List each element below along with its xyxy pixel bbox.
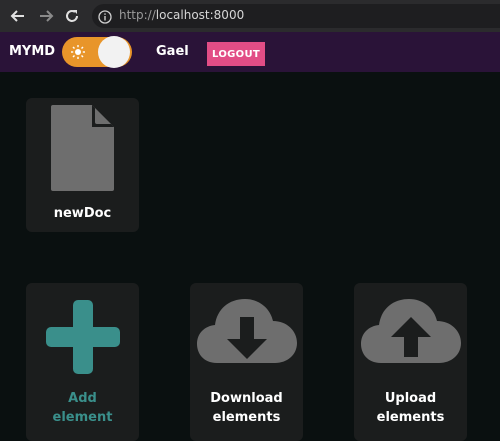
brand-logo[interactable]: MYMD <box>9 44 55 59</box>
download-label-line2: elements <box>212 410 281 425</box>
cloud-upload-icon <box>361 299 461 363</box>
forward-arrow-icon[interactable] <box>35 5 57 27</box>
reload-icon[interactable] <box>61 5 83 27</box>
plus-icon <box>46 300 120 374</box>
document-icon <box>51 105 114 191</box>
url-host: localhost:8000 <box>155 8 245 22</box>
theme-toggle[interactable] <box>62 36 132 68</box>
document-card[interactable]: newDoc <box>26 98 139 232</box>
document-name: newDoc <box>53 206 112 221</box>
cloud-download-icon <box>197 299 297 363</box>
sun-icon <box>70 44 86 60</box>
username: Gael <box>156 44 189 59</box>
toggle-knob[interactable] <box>98 36 130 68</box>
back-arrow-icon[interactable] <box>7 5 29 27</box>
logout-button[interactable]: LOGOUT <box>207 42 265 66</box>
add-element-label-line1: Add <box>68 391 97 406</box>
browser-toolbar: http://localhost:8000 <box>0 0 500 32</box>
url-text[interactable]: http://localhost:8000 <box>119 8 244 22</box>
add-element-label-line2: element <box>52 410 113 425</box>
upload-elements-card[interactable]: Upload elements <box>354 283 467 441</box>
info-icon[interactable] <box>98 9 112 24</box>
url-protocol: http:// <box>119 8 156 22</box>
download-elements-card[interactable]: Download elements <box>190 283 303 441</box>
upload-label-line1: Upload <box>384 391 437 406</box>
add-element-card[interactable]: Add element <box>26 283 139 441</box>
download-label-line1: Download <box>210 391 283 406</box>
address-bar[interactable]: http://localhost:8000 <box>92 4 500 28</box>
upload-label-line2: elements <box>376 410 445 425</box>
